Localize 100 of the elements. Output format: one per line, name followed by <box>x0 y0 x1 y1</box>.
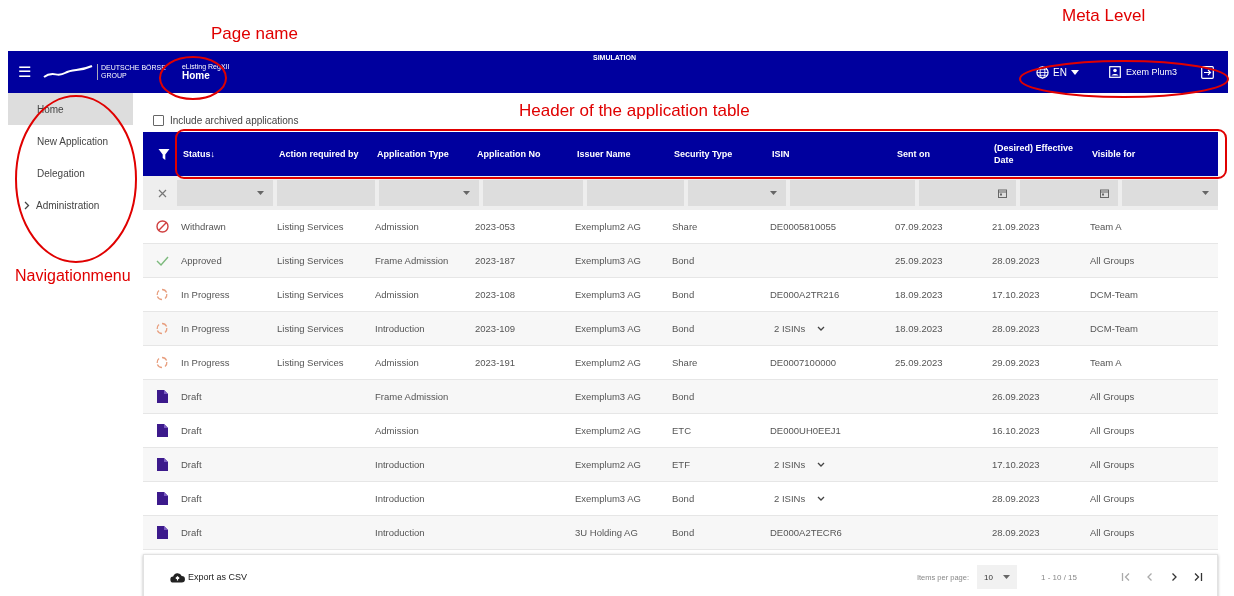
sidebar-item[interactable]: Administration <box>8 189 133 221</box>
table-row[interactable]: Approved Listing Services Frame Admission 2023-187 Exemplum3 AG Bond 25.09.2023 28.09.2023 All Groups <box>143 244 1218 278</box>
filter-field[interactable] <box>1122 180 1218 206</box>
user-button[interactable]: Exem Plum3 <box>1102 65 1183 79</box>
column-header[interactable]: Security Type <box>670 148 768 160</box>
table-cell: Team A <box>1090 221 1122 232</box>
isin-dropdown[interactable]: 2 ISINs <box>770 323 826 334</box>
filter-field[interactable] <box>587 180 684 206</box>
column-header[interactable]: ISIN <box>768 148 893 160</box>
table-row[interactable]: Draft Introduction Exemplum2 AG ETF 2 ISINs 17.10.2023 All Groups <box>143 448 1218 482</box>
document-icon <box>156 492 168 505</box>
table-cell: DE000A2TECR6 <box>770 527 842 538</box>
language-selector[interactable]: EN <box>1030 64 1085 80</box>
table-cell: 17.10.2023 <box>992 289 1040 300</box>
page-size-select[interactable]: 10 <box>977 565 1017 589</box>
table-cell: Bond <box>672 527 695 538</box>
caret-icon <box>1002 575 1010 579</box>
table-cell: Frame Admission <box>375 255 449 266</box>
export-button[interactable]: Export as CSV <box>164 570 254 584</box>
table-cell: DE0005810055 <box>770 221 837 232</box>
table-cell: Draft <box>181 459 202 470</box>
table-cell: Draft <box>181 493 202 504</box>
table-cell: 16.10.2023 <box>992 425 1040 436</box>
table-cell: Bond <box>672 391 695 402</box>
sync-icon <box>156 322 168 335</box>
table-row[interactable]: In Progress Listing Services Introduction 2023-109 Exemplum3 AG Bond 2 ISINs 18.09.2023 28.09.2023 DCM-Team <box>143 312 1218 346</box>
table-cell: 25.09.2023 <box>895 255 943 266</box>
filter-field[interactable] <box>919 180 1016 206</box>
column-header[interactable]: Application No <box>473 148 573 160</box>
last-page-icon[interactable] <box>1193 572 1203 582</box>
previous-page-icon[interactable] <box>1145 572 1155 582</box>
filter-field[interactable] <box>483 180 583 206</box>
column-header[interactable]: (Desired) Effective Date <box>990 142 1088 166</box>
table-cell: Admission <box>375 425 419 436</box>
table-row[interactable]: Draft Frame Admission Exemplum3 AG Bond 26.09.2023 All Groups <box>143 380 1218 414</box>
chevron-icon <box>817 496 826 501</box>
table-cell: Listing Services <box>277 357 344 368</box>
chevron-icon <box>817 326 826 331</box>
table-cell: Draft <box>181 391 202 402</box>
sidebar-item[interactable]: Delegation <box>8 157 133 189</box>
annotation-label: Page name <box>211 24 298 44</box>
table-cell: Exemplum3 AG <box>575 323 641 334</box>
table-cell: Bond <box>672 493 695 504</box>
table-cell: Approved <box>181 255 222 266</box>
table-cell: 28.09.2023 <box>992 493 1040 504</box>
table-cell: Share <box>672 221 698 232</box>
table-cell: 17.10.2023 <box>992 459 1040 470</box>
table-cell: 28.09.2023 <box>992 255 1040 266</box>
table-row[interactable]: Draft Introduction 3U Holding AG Bond DE000A2TECR6 28.09.2023 All Groups <box>143 516 1218 550</box>
annotation-label: Navigationmenu <box>15 267 131 285</box>
column-header[interactable]: Action required by <box>275 148 373 160</box>
filter-field[interactable] <box>277 180 375 206</box>
table-cell: 28.09.2023 <box>992 527 1040 538</box>
table-cell: 26.09.2023 <box>992 391 1040 402</box>
sidebar-item[interactable]: New Application <box>8 125 133 157</box>
first-page-icon[interactable] <box>1121 572 1131 582</box>
column-header[interactable]: Issuer Name <box>573 148 670 160</box>
table-cell: All Groups <box>1090 425 1135 436</box>
table-cell: Listing Services <box>277 221 344 232</box>
table-cell: Exemplum2 AG <box>575 459 641 470</box>
column-header[interactable]: Visible for <box>1088 148 1184 160</box>
column-header[interactable]: Sent on <box>893 148 990 160</box>
caret-icon <box>463 191 470 195</box>
table-cell: In Progress <box>181 357 230 368</box>
table-cell: Team A <box>1090 357 1122 368</box>
sync-icon <box>156 288 168 301</box>
table-cell: Exemplum3 AG <box>575 493 641 504</box>
column-header[interactable]: Application Type <box>373 148 473 160</box>
table-cell: Exemplum2 AG <box>575 357 641 368</box>
filter-field[interactable] <box>688 180 786 206</box>
document-icon <box>156 390 168 403</box>
table-cell: 2023-187 <box>475 255 516 266</box>
logout-icon[interactable] <box>1201 65 1214 79</box>
table-cell: Exemplum3 AG <box>575 289 641 300</box>
document-icon <box>156 424 168 437</box>
table-cell: DE0007100000 <box>770 357 837 368</box>
table-cell: 28.09.2023 <box>992 323 1040 334</box>
table-cell: 2023-108 <box>475 289 516 300</box>
document-icon <box>156 526 168 539</box>
checkbox[interactable] <box>153 114 164 126</box>
column-header[interactable]: Status↓ <box>179 148 275 160</box>
page-range: 1 - 10 / 15 <box>1040 572 1077 582</box>
menu-icon[interactable]: ☰ <box>18 63 31 81</box>
next-page-icon[interactable] <box>1169 572 1179 582</box>
table-cell: Bond <box>672 323 695 334</box>
table-cell: 2023-109 <box>475 323 516 334</box>
isin-dropdown[interactable]: 2 ISINs <box>770 493 826 504</box>
filter-field[interactable] <box>1020 180 1118 206</box>
caret-icon <box>1070 69 1079 75</box>
table-cell: 2023-053 <box>475 221 516 232</box>
filter-field[interactable] <box>379 180 479 206</box>
isin-dropdown[interactable]: 2 ISINs <box>770 459 826 470</box>
filter-field[interactable] <box>177 180 273 206</box>
table-cell: Introduction <box>375 459 425 470</box>
table-cell: ETF <box>672 459 690 470</box>
filter-field[interactable] <box>790 180 915 206</box>
user-badge-icon <box>1108 66 1121 78</box>
annotation-label: Header of the application table <box>519 101 750 121</box>
table-cell: DE000A2TR216 <box>770 289 840 300</box>
table-cell: All Groups <box>1090 255 1135 266</box>
